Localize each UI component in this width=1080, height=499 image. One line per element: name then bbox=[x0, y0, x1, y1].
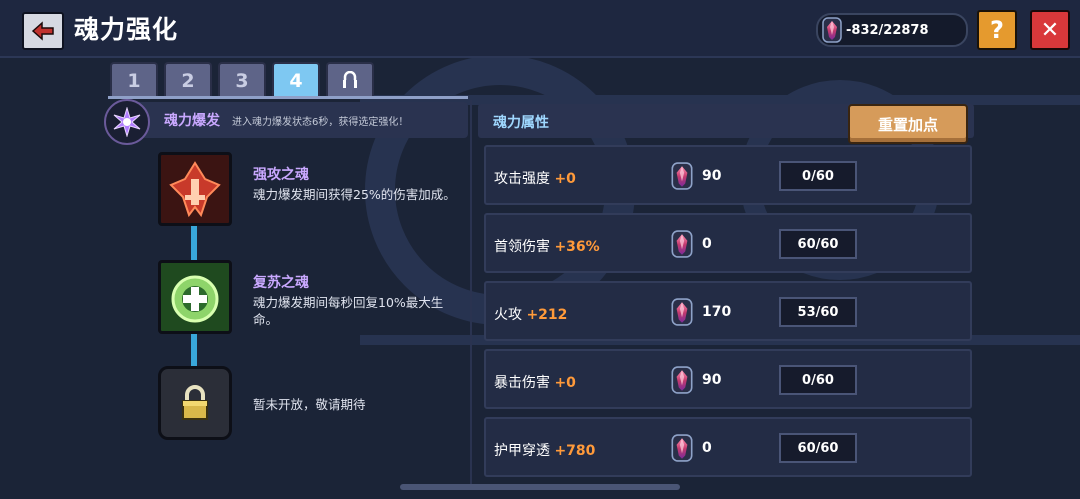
attribute-name: 攻击强度 +0 bbox=[494, 171, 576, 187]
lock-icon bbox=[343, 71, 357, 88]
skill-description: 魂力爆发期间每秒回复10%最大生命。 bbox=[253, 295, 444, 327]
tab-2[interactable]: 2 bbox=[164, 62, 212, 98]
tab-3[interactable]: 3 bbox=[218, 62, 266, 98]
locked-skill-slot bbox=[158, 366, 232, 440]
attribute-level: 0/60 bbox=[779, 365, 857, 395]
attribute-name: 暴击伤害 +0 bbox=[494, 375, 576, 391]
attribute-bonus: +0 bbox=[554, 375, 576, 391]
burst-name: 魂力爆发 bbox=[164, 113, 220, 129]
attribute-cost: 170 bbox=[702, 304, 732, 320]
tab-1[interactable]: 1 bbox=[110, 62, 158, 98]
skill-revive-soul[interactable]: 复苏之魂 魂力爆发期间每秒回复10%最大生命。 bbox=[158, 260, 458, 334]
soul-gem-icon bbox=[822, 17, 842, 43]
tab-underline bbox=[108, 96, 468, 99]
attribute-row[interactable]: 火攻 +212 170 53/60 bbox=[484, 281, 972, 341]
skill-name: 强攻之魂 bbox=[253, 167, 309, 183]
attribute-level: 0/60 bbox=[779, 161, 857, 191]
scrollbar[interactable] bbox=[400, 484, 680, 490]
attribute-bonus: +36% bbox=[554, 239, 600, 255]
attribute-cost: 90 bbox=[702, 372, 722, 388]
locked-skill-text: 暂未开放，敬请期待 bbox=[253, 397, 366, 412]
attribute-cost: 0 bbox=[702, 440, 712, 456]
skill-connector bbox=[191, 226, 197, 260]
attribute-row[interactable]: 攻击强度 +0 90 0/60 bbox=[484, 145, 972, 205]
attribute-name: 火攻 +212 bbox=[494, 307, 568, 323]
page-title: 魂力强化 bbox=[74, 15, 179, 44]
revive-soul-icon bbox=[158, 260, 232, 334]
tab-bar: 1 2 3 4 bbox=[110, 62, 374, 98]
soul-burst-icon bbox=[104, 99, 150, 145]
padlock-icon bbox=[182, 385, 208, 420]
soul-gem-icon bbox=[671, 230, 693, 258]
skill-connector bbox=[191, 334, 197, 368]
soul-gem-icon bbox=[671, 434, 693, 462]
top-bar: 魂力强化 -832/22878 ? ✕ bbox=[0, 0, 1080, 58]
skill-attack-soul[interactable]: 强攻之魂 魂力爆发期间获得25%的伤害加成。 bbox=[158, 152, 458, 226]
reset-points-button[interactable]: 重置加点 bbox=[848, 104, 968, 144]
soul-gem-icon bbox=[671, 366, 693, 394]
attribute-level: 60/60 bbox=[779, 433, 857, 463]
skill-locked[interactable]: 暂未开放，敬请期待 bbox=[158, 366, 458, 444]
soul-currency-counter: -832/22878 bbox=[816, 13, 968, 47]
attribute-row[interactable]: 暴击伤害 +0 90 0/60 bbox=[484, 349, 972, 409]
soul-gem-icon bbox=[671, 162, 693, 190]
help-button[interactable]: ? bbox=[977, 10, 1017, 50]
close-button[interactable]: ✕ bbox=[1030, 10, 1070, 50]
attribute-name: 首领伤害 +36% bbox=[494, 239, 600, 255]
tab-4[interactable]: 4 bbox=[272, 62, 320, 98]
skill-description: 魂力爆发期间获得25%的伤害加成。 bbox=[253, 187, 456, 202]
attribute-level: 53/60 bbox=[779, 297, 857, 327]
back-button[interactable] bbox=[22, 12, 64, 50]
attribute-name: 护甲穿透 +780 bbox=[494, 443, 596, 459]
skill-name: 复苏之魂 bbox=[253, 275, 309, 291]
tab-locked[interactable] bbox=[326, 62, 374, 98]
attribute-bonus: +780 bbox=[554, 443, 596, 459]
attack-soul-icon bbox=[158, 152, 232, 226]
panel-divider bbox=[470, 100, 472, 490]
attribute-level: 60/60 bbox=[779, 229, 857, 259]
attribute-cost: 0 bbox=[702, 236, 712, 252]
attributes-title: 魂力属性 bbox=[493, 115, 549, 131]
attribute-row[interactable]: 护甲穿透 +780 0 60/60 bbox=[484, 417, 972, 477]
burst-description: 进入魂力爆发状态6秒，获得选定强化！ bbox=[232, 116, 409, 128]
currency-value: -832/22878 bbox=[846, 22, 929, 38]
attribute-bonus: +0 bbox=[554, 171, 576, 187]
back-arrow-icon bbox=[31, 21, 54, 41]
attribute-bonus: +212 bbox=[526, 307, 568, 323]
burst-header: 魂力爆发 进入魂力爆发状态6秒，获得选定强化！ bbox=[108, 102, 468, 138]
soul-gem-icon bbox=[671, 298, 693, 326]
attribute-cost: 90 bbox=[702, 168, 722, 184]
attribute-row[interactable]: 首领伤害 +36% 0 60/60 bbox=[484, 213, 972, 273]
